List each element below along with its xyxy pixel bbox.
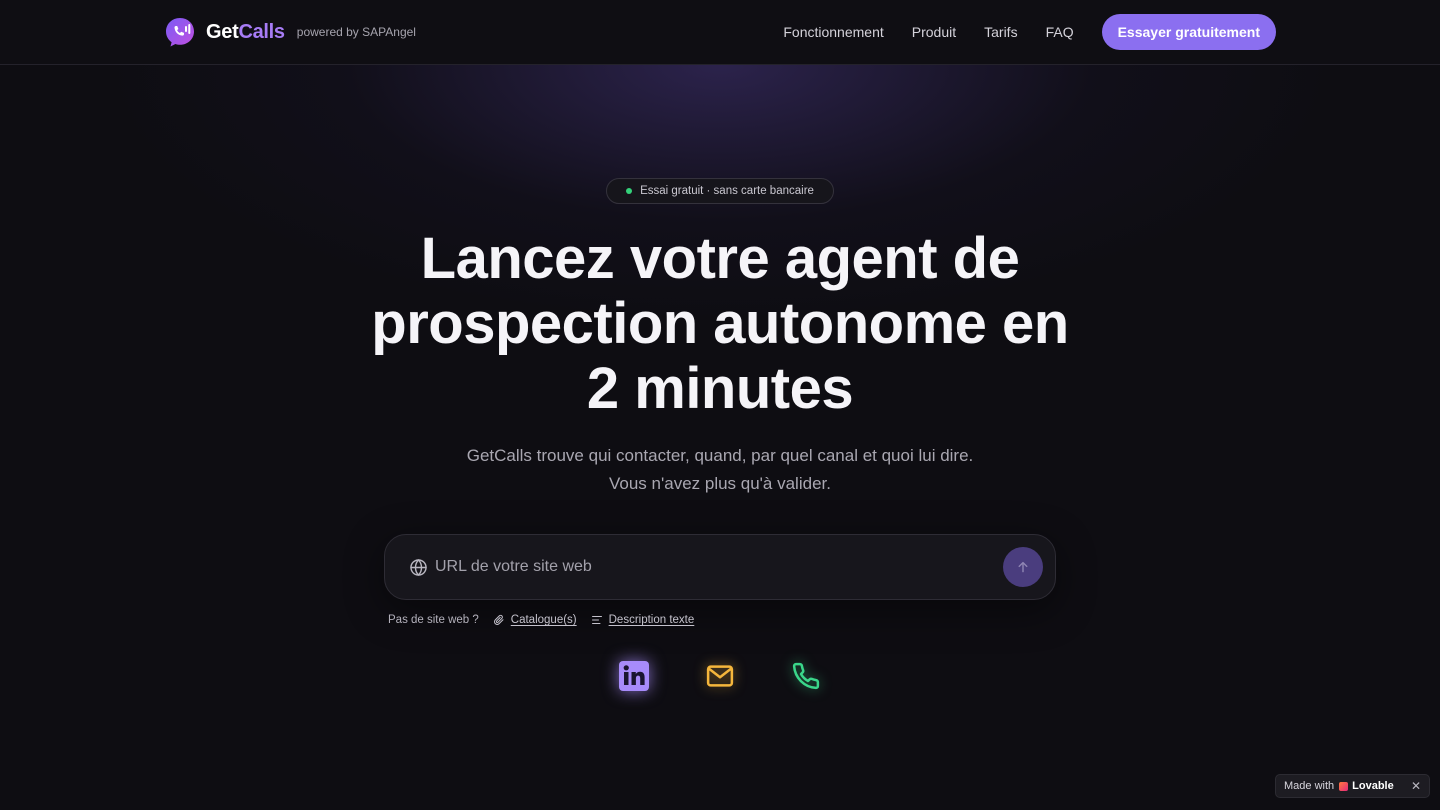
main-nav: Fonctionnement Produit Tarifs FAQ Essaye… xyxy=(783,14,1276,50)
channel-icons xyxy=(612,654,828,698)
submit-url-button[interactable] xyxy=(1003,547,1043,587)
phone-icon xyxy=(792,662,820,690)
lovable-brand: Lovable xyxy=(1352,780,1394,792)
url-form xyxy=(384,534,1056,600)
channel-linkedin xyxy=(612,654,656,698)
paperclip-icon xyxy=(493,614,504,625)
text-lines-icon xyxy=(591,616,602,624)
catalogue-link[interactable]: Catalogue(s) xyxy=(493,614,577,626)
hero-title-line1: Lancez votre agent de xyxy=(420,226,1020,291)
brand-name: GetCalls xyxy=(206,21,285,44)
try-free-button[interactable]: Essayer gratuitement xyxy=(1101,14,1276,50)
mail-icon xyxy=(706,665,734,687)
linkedin-icon xyxy=(619,661,649,691)
hero-title-line2: prospection autonome en xyxy=(371,291,1069,356)
text-description-link[interactable]: Description texte xyxy=(591,614,695,626)
brand-get: Get xyxy=(206,20,239,43)
made-with-lovable-badge[interactable]: Made with Lovable ✕ xyxy=(1275,774,1430,798)
badge-text: Essai gratuit · sans carte bancaire xyxy=(640,185,814,197)
channel-phone xyxy=(784,654,828,698)
powered-by: powered by SAPAngel xyxy=(296,25,416,39)
hero-subtitle-line1: GetCalls trouve qui contacter, quand, pa… xyxy=(466,446,974,465)
nav-tarifs[interactable]: Tarifs xyxy=(984,24,1017,40)
catalogue-label: Catalogue(s) xyxy=(510,614,577,626)
website-url-input[interactable] xyxy=(435,549,995,585)
no-website-prompt: Pas de site web ? xyxy=(388,614,479,626)
hero-subtitle: GetCalls trouve qui contacter, quand, pa… xyxy=(360,442,1080,498)
globe-icon xyxy=(410,558,427,577)
logo[interactable]: GetCalls powered by SAPAngel xyxy=(164,16,416,48)
channel-email xyxy=(698,654,742,698)
lovable-logo-icon xyxy=(1339,781,1349,791)
hero-title: Lancez votre agent de prospection autono… xyxy=(320,226,1120,421)
no-website-options: Pas de site web ? Catalogue(s) Descripti… xyxy=(388,612,694,628)
arrow-up-icon xyxy=(1018,561,1028,573)
nav-fonctionnement[interactable]: Fonctionnement xyxy=(783,24,883,40)
text-description-label: Description texte xyxy=(608,614,695,626)
nav-produit[interactable]: Produit xyxy=(912,24,956,40)
brand-calls: Calls xyxy=(238,20,285,43)
close-icon[interactable]: ✕ xyxy=(1411,779,1421,793)
getcalls-logo-icon xyxy=(166,18,194,47)
status-dot xyxy=(626,188,633,194)
made-with-text: Made with xyxy=(1284,780,1335,792)
hero-subtitle-line2: Vous n'avez plus qu'à valider. xyxy=(609,474,831,493)
free-trial-badge: Essai gratuit · sans carte bancaire xyxy=(606,178,834,204)
nav-faq[interactable]: FAQ xyxy=(1046,24,1074,40)
hero-title-line3: 2 minutes xyxy=(586,356,854,421)
top-navbar: GetCalls powered by SAPAngel Fonctionnem… xyxy=(0,0,1440,65)
